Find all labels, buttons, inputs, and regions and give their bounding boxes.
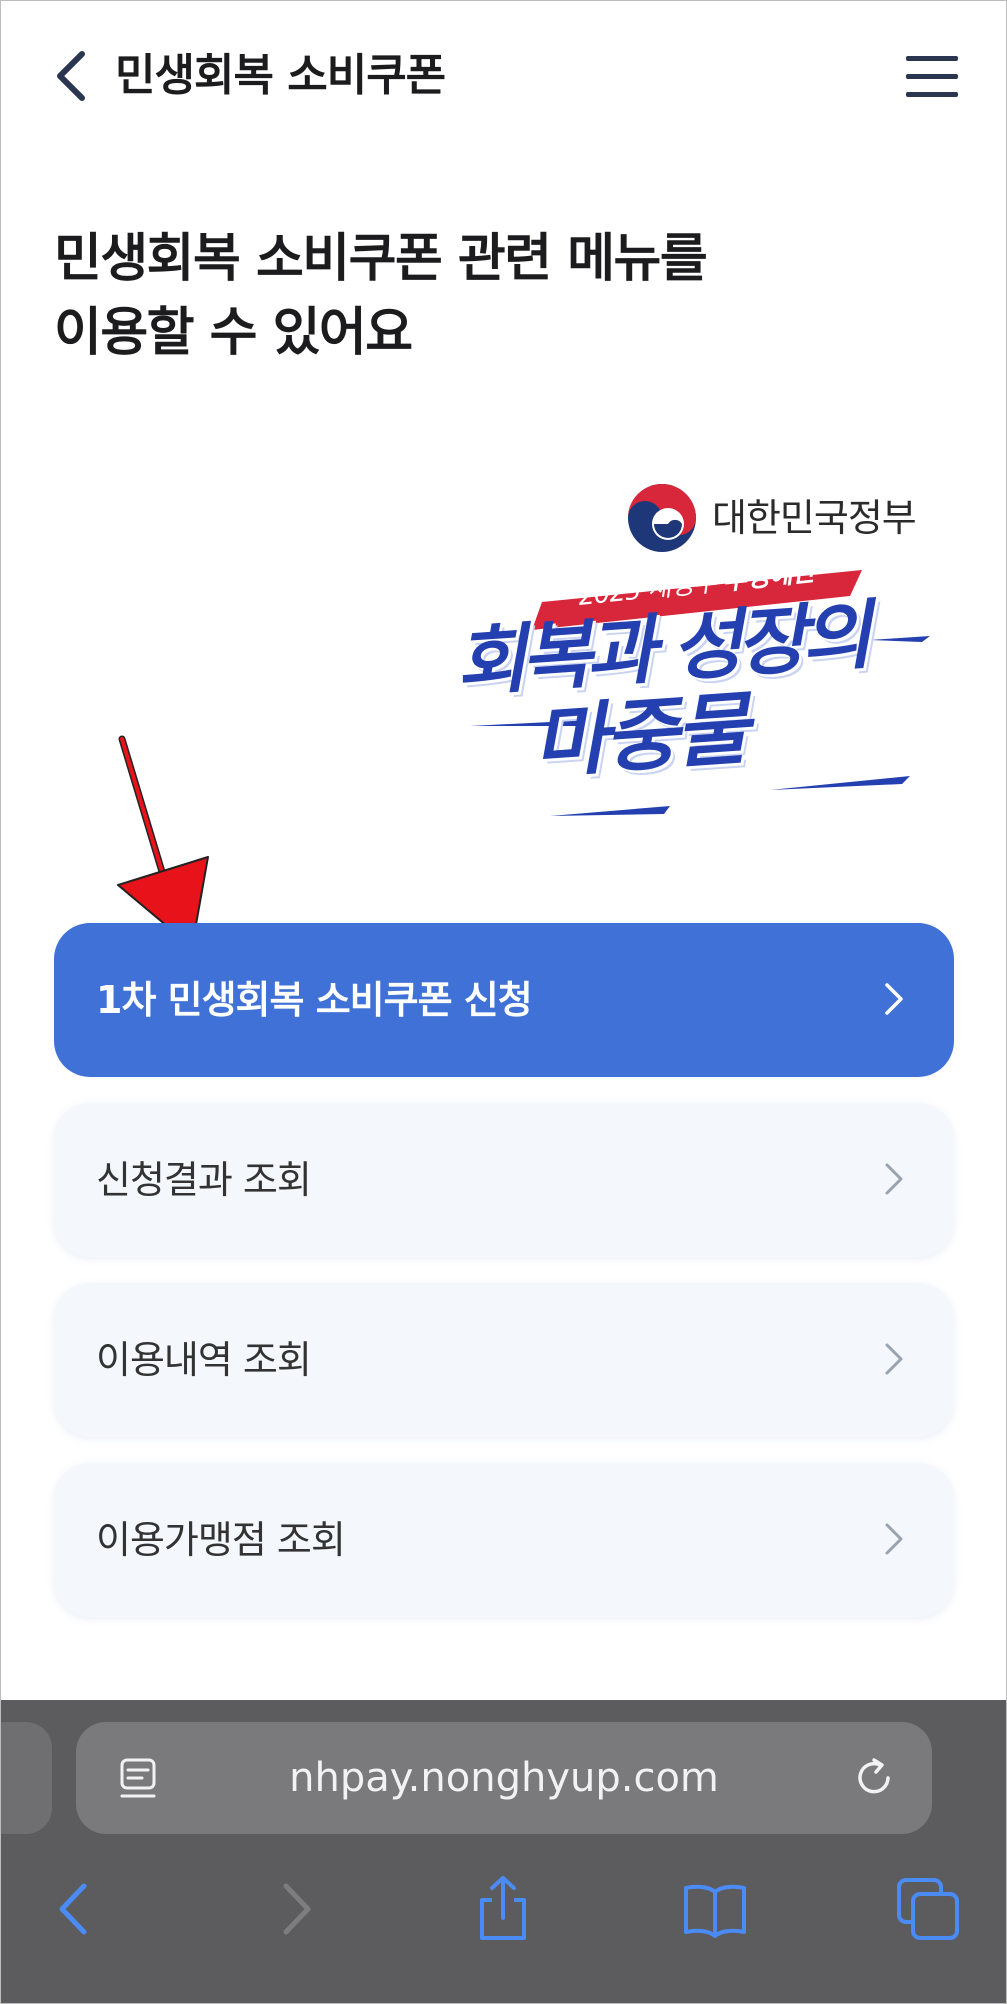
usage-history-button[interactable]: 이용내역 조회 [54, 1283, 954, 1437]
chevron-left-icon [57, 51, 85, 101]
chevron-right-icon [885, 1163, 903, 1195]
merchant-search-button[interactable]: 이용가맹점 조회 [54, 1463, 954, 1617]
chevron-right-icon [885, 983, 903, 1015]
taegeuk-logo-icon [628, 484, 696, 552]
red-arrow-annotation-icon [117, 735, 209, 948]
menu-item-label: 이용가맹점 조회 [96, 1518, 346, 1562]
tabs-icon [897, 1878, 959, 1940]
headline-line-1: 민생회복 소비쿠폰 관련 메뉴를 [54, 229, 708, 289]
forward-icon [283, 1883, 311, 1935]
hamburger-icon [906, 56, 958, 97]
page-title: 민생회복 소비쿠폰 [115, 50, 446, 101]
back-button[interactable] [48, 48, 98, 104]
previous-tab-pill[interactable] [0, 1722, 52, 1834]
app-header: 민생회복 소비쿠폰 [0, 0, 1007, 150]
browser-forward-button[interactable] [258, 1874, 328, 1944]
menu-item-label: 이용내역 조회 [96, 1338, 312, 1382]
address-bar[interactable]: nhpay.nonghyup.com [76, 1722, 932, 1834]
check-result-button[interactable]: 신청결과 조회 [54, 1103, 954, 1257]
headline-line-2: 이용할 수 있어요 [54, 303, 413, 363]
tabs-button[interactable] [893, 1874, 963, 1944]
slogan: 회복과 성장의 마중물 [439, 588, 937, 794]
share-button[interactable] [468, 1874, 538, 1944]
browser-bottom-bar: nhpay.nonghyup.com [0, 1700, 1007, 2004]
apply-coupon-button[interactable]: 1차 민생회복 소비쿠폰 신청 [54, 923, 954, 1077]
hamburger-menu-button[interactable] [902, 52, 962, 102]
browser-back-button[interactable] [42, 1874, 112, 1944]
bookmarks-button[interactable] [680, 1874, 750, 1944]
menu-item-label: 신청결과 조회 [96, 1158, 312, 1202]
menu-item-label: 1차 민생회복 소비쿠폰 신청 [96, 978, 533, 1022]
coupon-menu-list: 1차 민생회복 소비쿠폰 신청 신청결과 조회 이용내역 조회 이용가맹점 조회 [54, 923, 954, 1643]
government-name: 대한민국정부 [712, 496, 917, 540]
chevron-right-icon [885, 1343, 903, 1375]
share-icon [480, 1876, 526, 1940]
back-icon [59, 1883, 87, 1935]
reload-icon[interactable] [852, 1756, 898, 1802]
url-text: nhpay.nonghyup.com [289, 1755, 719, 1801]
browser-toolbar [0, 1854, 1007, 1964]
bookmarks-icon [684, 1884, 746, 1938]
chevron-right-icon [885, 1523, 903, 1555]
page-headline: 민생회복 소비쿠폰 관련 메뉴를 이용할 수 있어요 [54, 222, 954, 370]
